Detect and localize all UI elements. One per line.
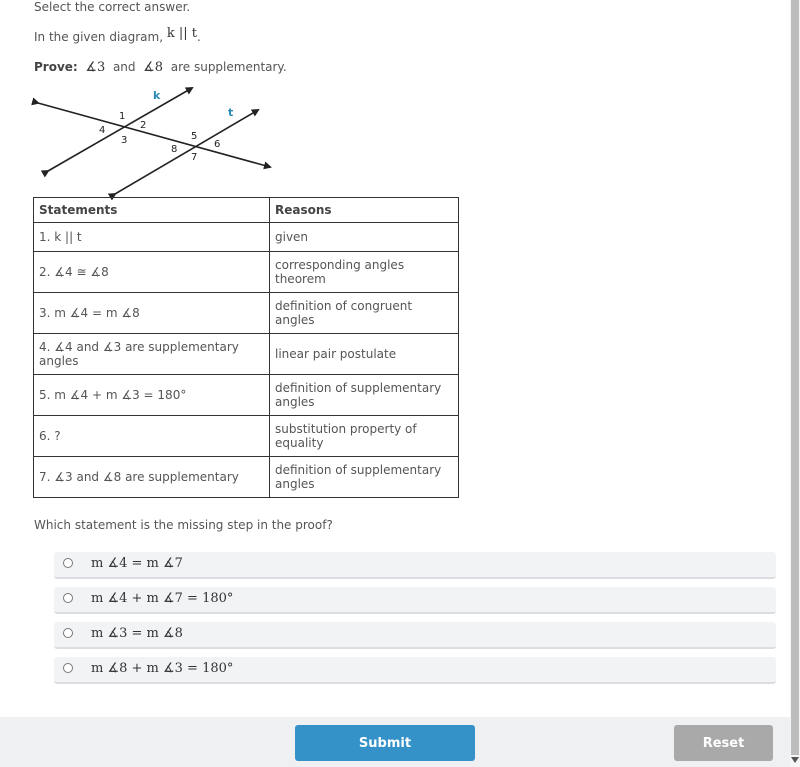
option-text: m ∡3 = m ∡8 [91, 626, 183, 641]
instruction-text: Select the correct answer. [34, 0, 191, 14]
prove-suffix: are supplementary. [170, 60, 287, 74]
line-t [107, 108, 260, 200]
vertical-scrollbar[interactable] [790, 0, 800, 767]
statement-cell: 6. ? [33, 415, 270, 457]
prove-angle-b: ∡8 [143, 60, 164, 75]
angle-label-5: 5 [191, 131, 197, 142]
reason-cell: given [269, 222, 459, 252]
statement-cell: 1. k || t [33, 222, 270, 252]
reason-cell: substitution property of equality [269, 415, 459, 457]
reason-cell: definition of supplementary angles [269, 456, 459, 498]
answer-option-2[interactable]: m ∡4 + m ∡7 = 180° [54, 587, 776, 614]
prove-and: and [112, 60, 136, 74]
reset-button[interactable]: Reset [674, 725, 773, 761]
answer-option-4[interactable]: m ∡8 + m ∡3 = 180° [54, 657, 776, 684]
question-text: Which statement is the missing step in t… [34, 518, 333, 532]
angle-label-7: 7 [191, 152, 197, 163]
action-footer: Submit Reset [0, 717, 790, 767]
option-text: m ∡8 + m ∡3 = 180° [91, 661, 234, 676]
given-math: k || t [166, 26, 198, 41]
given-suffix: . [197, 30, 201, 44]
question-panel: Select the correct answer. In the given … [0, 0, 790, 717]
table-row: 3. m ∡4 = m ∡8 definition of congruent a… [33, 292, 459, 334]
radio-button[interactable] [63, 558, 73, 568]
answer-option-3[interactable]: m ∡3 = m ∡8 [54, 622, 776, 649]
header-reasons: Reasons [269, 197, 459, 223]
submit-button[interactable]: Submit [295, 725, 475, 761]
given-prefix: In the given diagram, [34, 30, 164, 44]
label-t: t [228, 106, 233, 119]
parallel-lines-diagram: k t 1 2 3 4 5 6 7 8 [31, 87, 272, 200]
table-row: 1. k || t given [33, 222, 459, 252]
reason-cell: definition of supplementary angles [269, 374, 459, 416]
statement-cell: 5. m ∡4 + m ∡3 = 180° [33, 374, 270, 416]
radio-button[interactable] [63, 628, 73, 638]
prove-angle-a: ∡3 [85, 60, 106, 75]
table-row: 5. m ∡4 + m ∡3 = 180° definition of supp… [33, 374, 459, 416]
reason-cell: definition of congruent angles [269, 292, 459, 334]
reason-cell: linear pair postulate [269, 333, 459, 375]
given-statement: In the given diagram, k || t. [34, 26, 201, 45]
table-row: 6. ? substitution property of equality [33, 415, 459, 457]
table-row: 2. ∡4 ≅ ∡8 corresponding angles theorem [33, 251, 459, 293]
scroll-down-arrow-icon[interactable] [791, 757, 799, 763]
line-k [40, 87, 194, 178]
radio-button[interactable] [63, 593, 73, 603]
statement-cell: 3. m ∡4 = m ∡8 [33, 292, 270, 334]
angle-label-8: 8 [171, 144, 177, 155]
answer-option-1[interactable]: m ∡4 = m ∡7 [54, 552, 776, 579]
statement-cell: 7. ∡3 and ∡8 are supplementary [33, 456, 270, 498]
angle-label-6: 6 [214, 139, 220, 150]
angle-label-4: 4 [99, 125, 105, 136]
proof-table: Statements Reasons 1. k || t given 2. ∡4… [33, 197, 459, 498]
angle-label-1: 1 [119, 111, 125, 122]
statement-cell: 4. ∡4 and ∡3 are supplementary angles [33, 333, 270, 375]
label-k: k [153, 89, 161, 102]
scrollbar-thumb[interactable] [791, 0, 799, 755]
option-text: m ∡4 = m ∡7 [91, 556, 183, 571]
reason-cell: corresponding angles theorem [269, 251, 459, 293]
table-row: 4. ∡4 and ∡3 are supplementary angles li… [33, 333, 459, 375]
table-header-row: Statements Reasons [33, 197, 459, 223]
radio-button[interactable] [63, 663, 73, 673]
angle-label-2: 2 [140, 120, 146, 131]
option-text: m ∡4 + m ∡7 = 180° [91, 591, 234, 606]
prove-statement: Prove: ∡3 and ∡8 are supplementary. [34, 60, 287, 75]
statement-cell: 2. ∡4 ≅ ∡8 [33, 251, 270, 293]
table-row: 7. ∡3 and ∡8 are supplementary definitio… [33, 456, 459, 498]
header-statements: Statements [33, 197, 270, 223]
angle-label-3: 3 [121, 135, 127, 146]
prove-label: Prove: [34, 60, 78, 74]
